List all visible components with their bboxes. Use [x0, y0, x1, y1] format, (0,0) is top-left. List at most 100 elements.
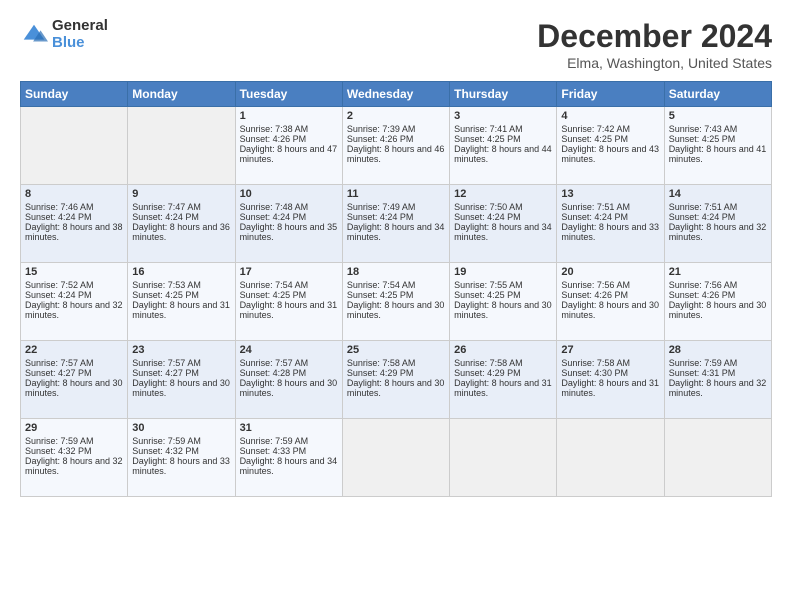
calendar-cell: 8Sunrise: 7:46 AMSunset: 4:24 PMDaylight… — [21, 185, 128, 263]
daylight-text: Daylight: 8 hours and 30 minutes. — [347, 378, 445, 398]
col-header-thursday: Thursday — [450, 82, 557, 107]
sunrise-text: Sunrise: 7:59 AM — [240, 436, 309, 446]
week-row-3: 22Sunrise: 7:57 AMSunset: 4:27 PMDayligh… — [21, 341, 772, 419]
daylight-text: Daylight: 8 hours and 30 minutes. — [454, 300, 552, 320]
sunset-text: Sunset: 4:24 PM — [561, 212, 628, 222]
day-number: 27 — [561, 344, 659, 356]
daylight-text: Daylight: 8 hours and 34 minutes. — [347, 222, 445, 242]
daylight-text: Daylight: 8 hours and 33 minutes. — [561, 222, 659, 242]
calendar-cell: 17Sunrise: 7:54 AMSunset: 4:25 PMDayligh… — [235, 263, 342, 341]
calendar-cell: 26Sunrise: 7:58 AMSunset: 4:29 PMDayligh… — [450, 341, 557, 419]
calendar-cell: 23Sunrise: 7:57 AMSunset: 4:27 PMDayligh… — [128, 341, 235, 419]
sunrise-text: Sunrise: 7:58 AM — [454, 358, 523, 368]
sunset-text: Sunset: 4:24 PM — [132, 212, 199, 222]
sunrise-text: Sunrise: 7:51 AM — [561, 202, 630, 212]
calendar-cell: 14Sunrise: 7:51 AMSunset: 4:24 PMDayligh… — [664, 185, 771, 263]
sunrise-text: Sunrise: 7:41 AM — [454, 124, 523, 134]
sunrise-text: Sunrise: 7:58 AM — [561, 358, 630, 368]
sunset-text: Sunset: 4:25 PM — [669, 134, 736, 144]
sunset-text: Sunset: 4:25 PM — [132, 290, 199, 300]
page: General Blue December 2024 Elma, Washing… — [0, 0, 792, 612]
daylight-text: Daylight: 8 hours and 34 minutes. — [454, 222, 552, 242]
calendar-cell — [450, 419, 557, 497]
sunrise-text: Sunrise: 7:49 AM — [347, 202, 416, 212]
daylight-text: Daylight: 8 hours and 30 minutes. — [669, 300, 767, 320]
sunset-text: Sunset: 4:24 PM — [454, 212, 521, 222]
day-number: 11 — [347, 188, 445, 200]
calendar-cell: 19Sunrise: 7:55 AMSunset: 4:25 PMDayligh… — [450, 263, 557, 341]
daylight-text: Daylight: 8 hours and 43 minutes. — [561, 144, 659, 164]
daylight-text: Daylight: 8 hours and 31 minutes. — [132, 300, 230, 320]
day-number: 18 — [347, 266, 445, 278]
week-row-4: 29Sunrise: 7:59 AMSunset: 4:32 PMDayligh… — [21, 419, 772, 497]
daylight-text: Daylight: 8 hours and 31 minutes. — [561, 378, 659, 398]
sunrise-text: Sunrise: 7:58 AM — [347, 358, 416, 368]
day-number: 24 — [240, 344, 338, 356]
sunrise-text: Sunrise: 7:50 AM — [454, 202, 523, 212]
logo-blue: Blue — [52, 35, 108, 52]
calendar-cell: 11 Sunrise: 7:49 AMSunset: 4:24 PMDayligh… — [342, 185, 449, 263]
day-number: 12 — [454, 188, 552, 200]
day-number: 4 — [561, 110, 659, 122]
col-header-tuesday: Tuesday — [235, 82, 342, 107]
calendar-cell — [557, 419, 664, 497]
sunrise-text: Sunrise: 7:55 AM — [454, 280, 523, 290]
logo-text: General Blue — [52, 18, 108, 51]
sunset-text: Sunset: 4:27 PM — [25, 368, 92, 378]
calendar-table: SundayMondayTuesdayWednesdayThursdayFrid… — [20, 81, 772, 497]
daylight-text: Daylight: 8 hours and 33 minutes. — [132, 456, 230, 476]
calendar-cell: 2Sunrise: 7:39 AMSunset: 4:26 PMDaylight… — [342, 107, 449, 185]
sunrise-text: Sunrise: 7:56 AM — [561, 280, 630, 290]
header: General Blue December 2024 Elma, Washing… — [20, 18, 772, 71]
calendar-cell: 27 Sunrise: 7:58 AMSunset: 4:30 PMDayligh… — [557, 341, 664, 419]
daylight-text: Daylight: 8 hours and 32 minutes. — [25, 300, 123, 320]
daylight-text: Daylight: 8 hours and 32 minutes. — [25, 456, 123, 476]
sunrise-text: Sunrise: 7:39 AM — [347, 124, 416, 134]
calendar-cell — [664, 419, 771, 497]
daylight-text: Daylight: 8 hours and 30 minutes. — [132, 378, 230, 398]
sunset-text: Sunset: 4:24 PM — [347, 212, 414, 222]
col-header-wednesday: Wednesday — [342, 82, 449, 107]
sunset-text: Sunset: 4:30 PM — [561, 368, 628, 378]
calendar-cell: 16Sunrise: 7:53 AMSunset: 4:25 PMDayligh… — [128, 263, 235, 341]
calendar-cell: 10Sunrise: 7:48 AMSunset: 4:24 PMDayligh… — [235, 185, 342, 263]
sunset-text: Sunset: 4:25 PM — [347, 290, 414, 300]
calendar-cell: 20Sunrise: 7:56 AMSunset: 4:26 PMDayligh… — [557, 263, 664, 341]
col-header-monday: Monday — [128, 82, 235, 107]
col-header-saturday: Saturday — [664, 82, 771, 107]
calendar-cell: 29Sunrise: 7:59 AMSunset: 4:32 PMDayligh… — [21, 419, 128, 497]
calendar-cell: 22Sunrise: 7:57 AMSunset: 4:27 PMDayligh… — [21, 341, 128, 419]
daylight-text: Daylight: 8 hours and 30 minutes. — [561, 300, 659, 320]
daylight-text: Daylight: 8 hours and 30 minutes. — [347, 300, 445, 320]
sunset-text: Sunset: 4:24 PM — [669, 212, 736, 222]
col-header-sunday: Sunday — [21, 82, 128, 107]
daylight-text: Daylight: 8 hours and 32 minutes. — [669, 378, 767, 398]
calendar-cell — [128, 107, 235, 185]
day-number: 23 — [132, 344, 230, 356]
logo-icon — [20, 21, 48, 49]
daylight-text: Daylight: 8 hours and 38 minutes. — [25, 222, 123, 242]
daylight-text: Daylight: 8 hours and 30 minutes. — [25, 378, 123, 398]
sunrise-text: Sunrise: 7:42 AM — [561, 124, 630, 134]
calendar-cell: 4 Sunrise: 7:42 AMSunset: 4:25 PMDaylight… — [557, 107, 664, 185]
week-row-0: 1Sunrise: 7:38 AMSunset: 4:26 PMDaylight… — [21, 107, 772, 185]
calendar-cell: 3Sunrise: 7:41 AMSunset: 4:25 PMDaylight… — [450, 107, 557, 185]
sunrise-text: Sunrise: 7:43 AM — [669, 124, 738, 134]
day-number: 30 — [132, 422, 230, 434]
day-number: 21 — [669, 266, 767, 278]
calendar-cell: 5Sunrise: 7:43 AMSunset: 4:25 PMDaylight… — [664, 107, 771, 185]
calendar-cell: 12 Sunrise: 7:50 AMSunset: 4:24 PMDayligh… — [450, 185, 557, 263]
sunrise-text: Sunrise: 7:48 AM — [240, 202, 309, 212]
week-row-2: 15Sunrise: 7:52 AMSunset: 4:24 PMDayligh… — [21, 263, 772, 341]
sunset-text: Sunset: 4:25 PM — [561, 134, 628, 144]
day-number: 9 — [132, 188, 230, 200]
sunset-text: Sunset: 4:31 PM — [669, 368, 736, 378]
sunset-text: Sunset: 4:27 PM — [132, 368, 199, 378]
day-number: 15 — [25, 266, 123, 278]
daylight-text: Daylight: 8 hours and 46 minutes. — [347, 144, 445, 164]
daylight-text: Daylight: 8 hours and 32 minutes. — [669, 222, 767, 242]
calendar-cell: 9Sunrise: 7:47 AMSunset: 4:24 PMDaylight… — [128, 185, 235, 263]
sunrise-text: Sunrise: 7:52 AM — [25, 280, 94, 290]
sunrise-text: Sunrise: 7:59 AM — [669, 358, 738, 368]
sunrise-text: Sunrise: 7:56 AM — [669, 280, 738, 290]
